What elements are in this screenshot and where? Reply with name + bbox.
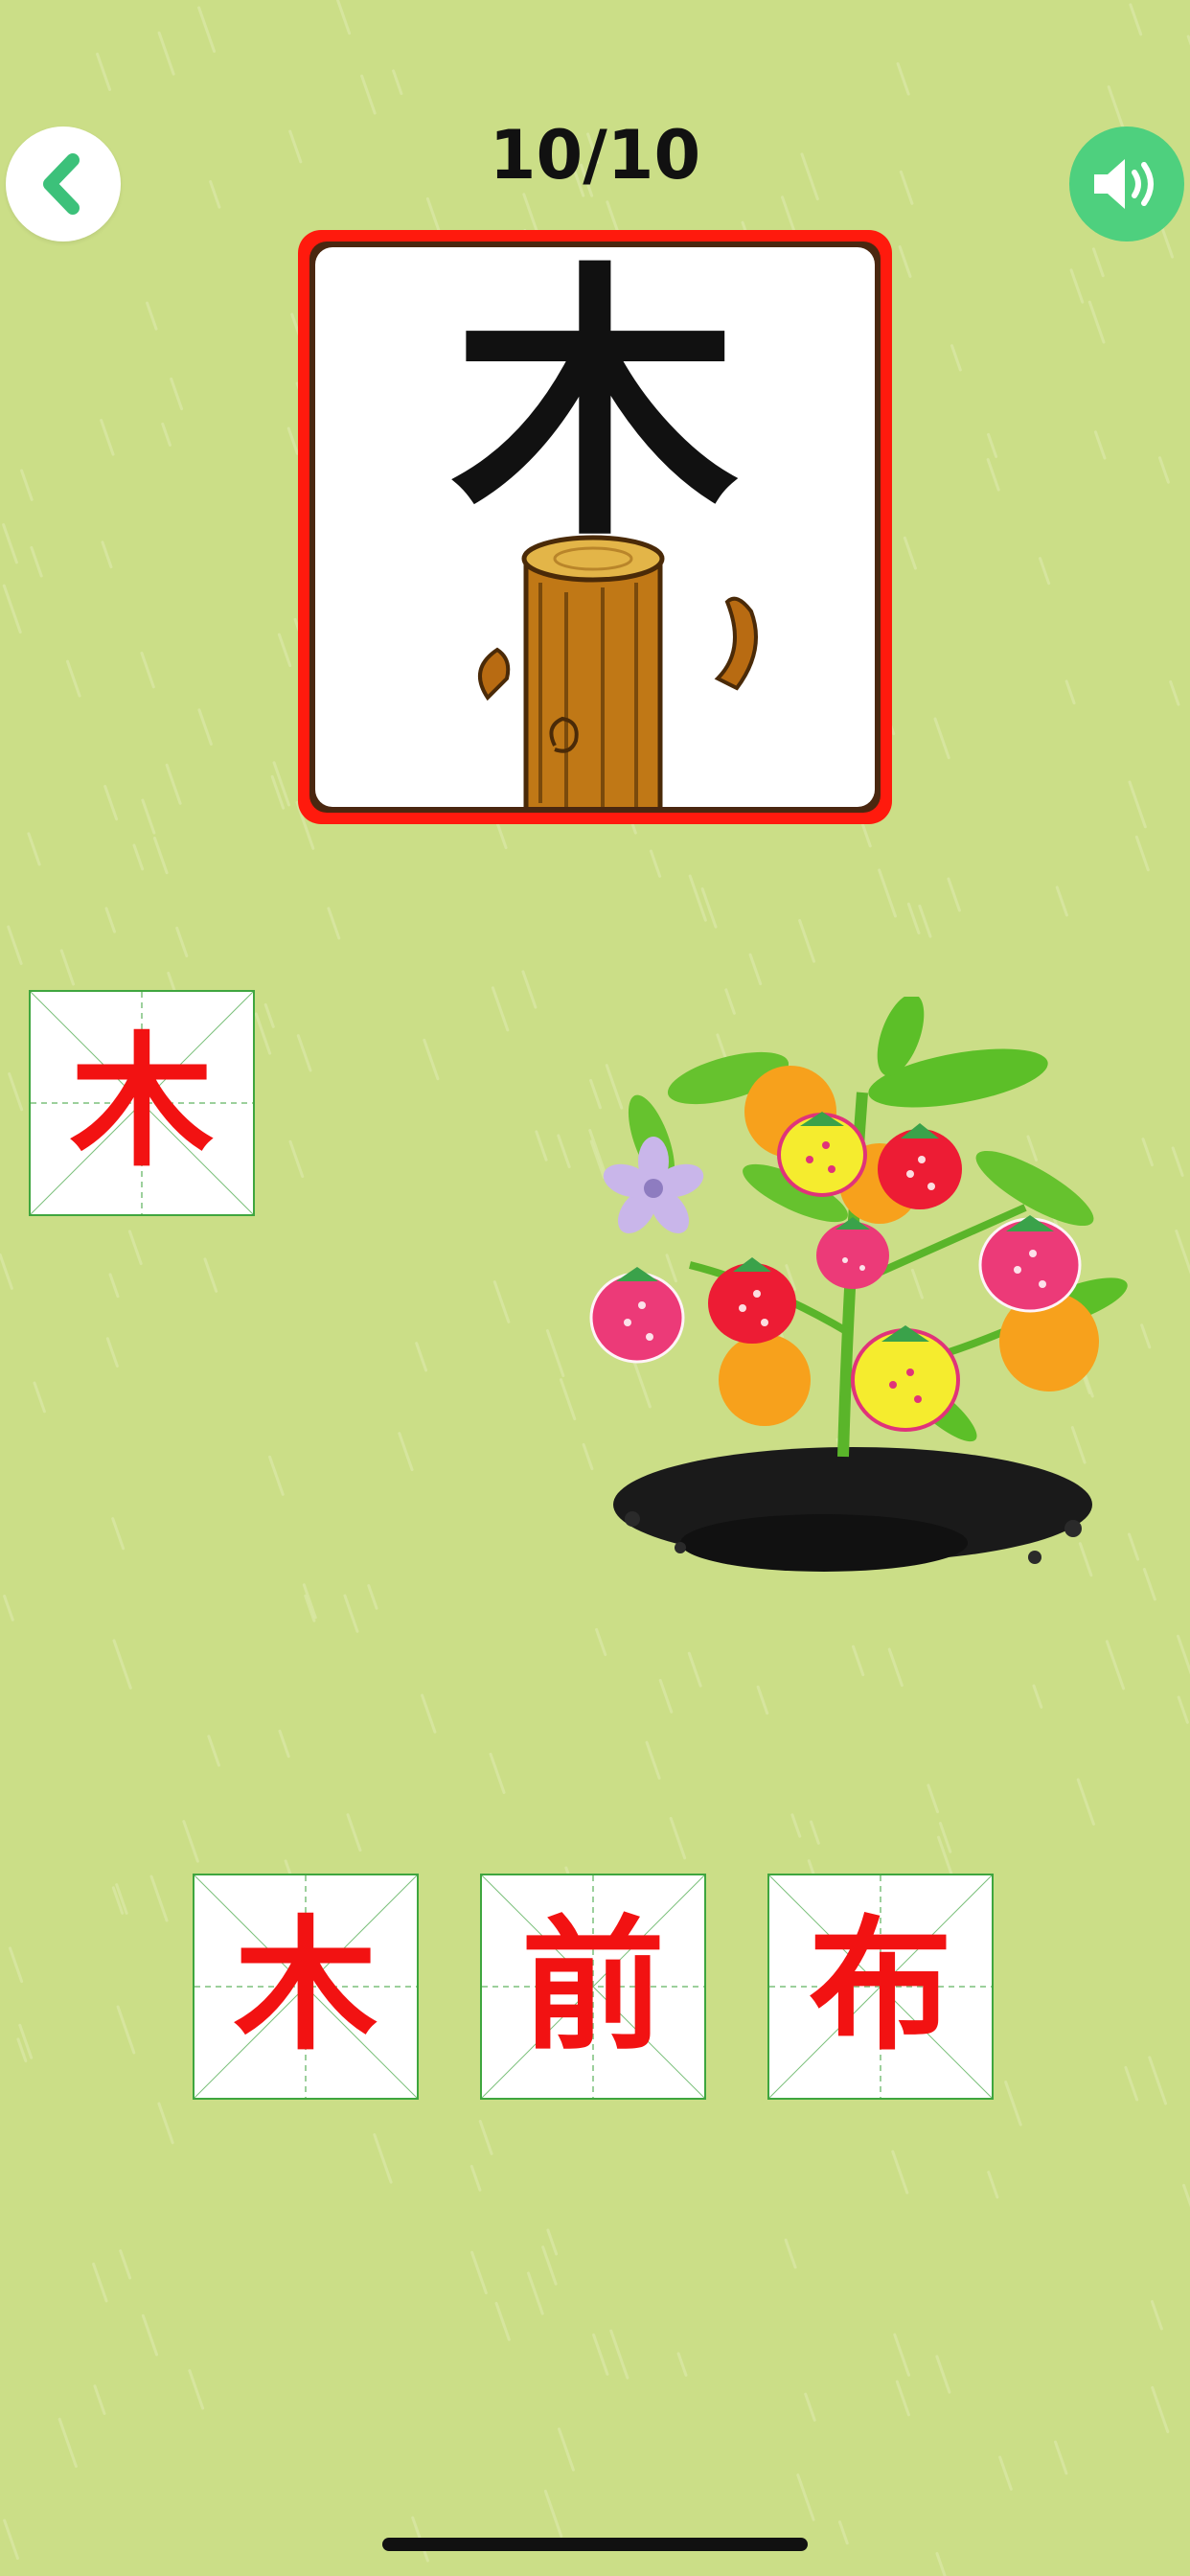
answer-slot-character: 木 <box>69 1020 214 1186</box>
flashcard: 木 <box>298 230 892 824</box>
flower <box>603 1137 704 1234</box>
option-character: 木 <box>233 1903 378 2070</box>
flashcard-character: 木 <box>451 247 739 574</box>
sound-button[interactable] <box>1069 126 1184 242</box>
option-tile-0[interactable]: 木 <box>193 1874 419 2100</box>
tree-stump-illustration <box>478 535 758 807</box>
option-character: 前 <box>520 1903 665 2070</box>
option-tile-1[interactable]: 前 <box>480 1874 706 2100</box>
option-tile-2[interactable]: 布 <box>767 1874 994 2100</box>
fruit-plant-illustration <box>589 997 1128 1572</box>
home-indicator[interactable] <box>382 2538 808 2551</box>
chevron-left-icon <box>43 153 80 215</box>
flashcard-character-art: 木 <box>451 247 758 807</box>
option-character: 布 <box>808 1903 952 2070</box>
answer-slot[interactable]: 木 <box>29 990 255 1216</box>
flashcard-face: 木 <box>315 247 875 807</box>
progress-counter: 10/10 <box>489 116 701 195</box>
back-button[interactable] <box>6 126 121 242</box>
speaker-icon <box>1094 159 1154 209</box>
